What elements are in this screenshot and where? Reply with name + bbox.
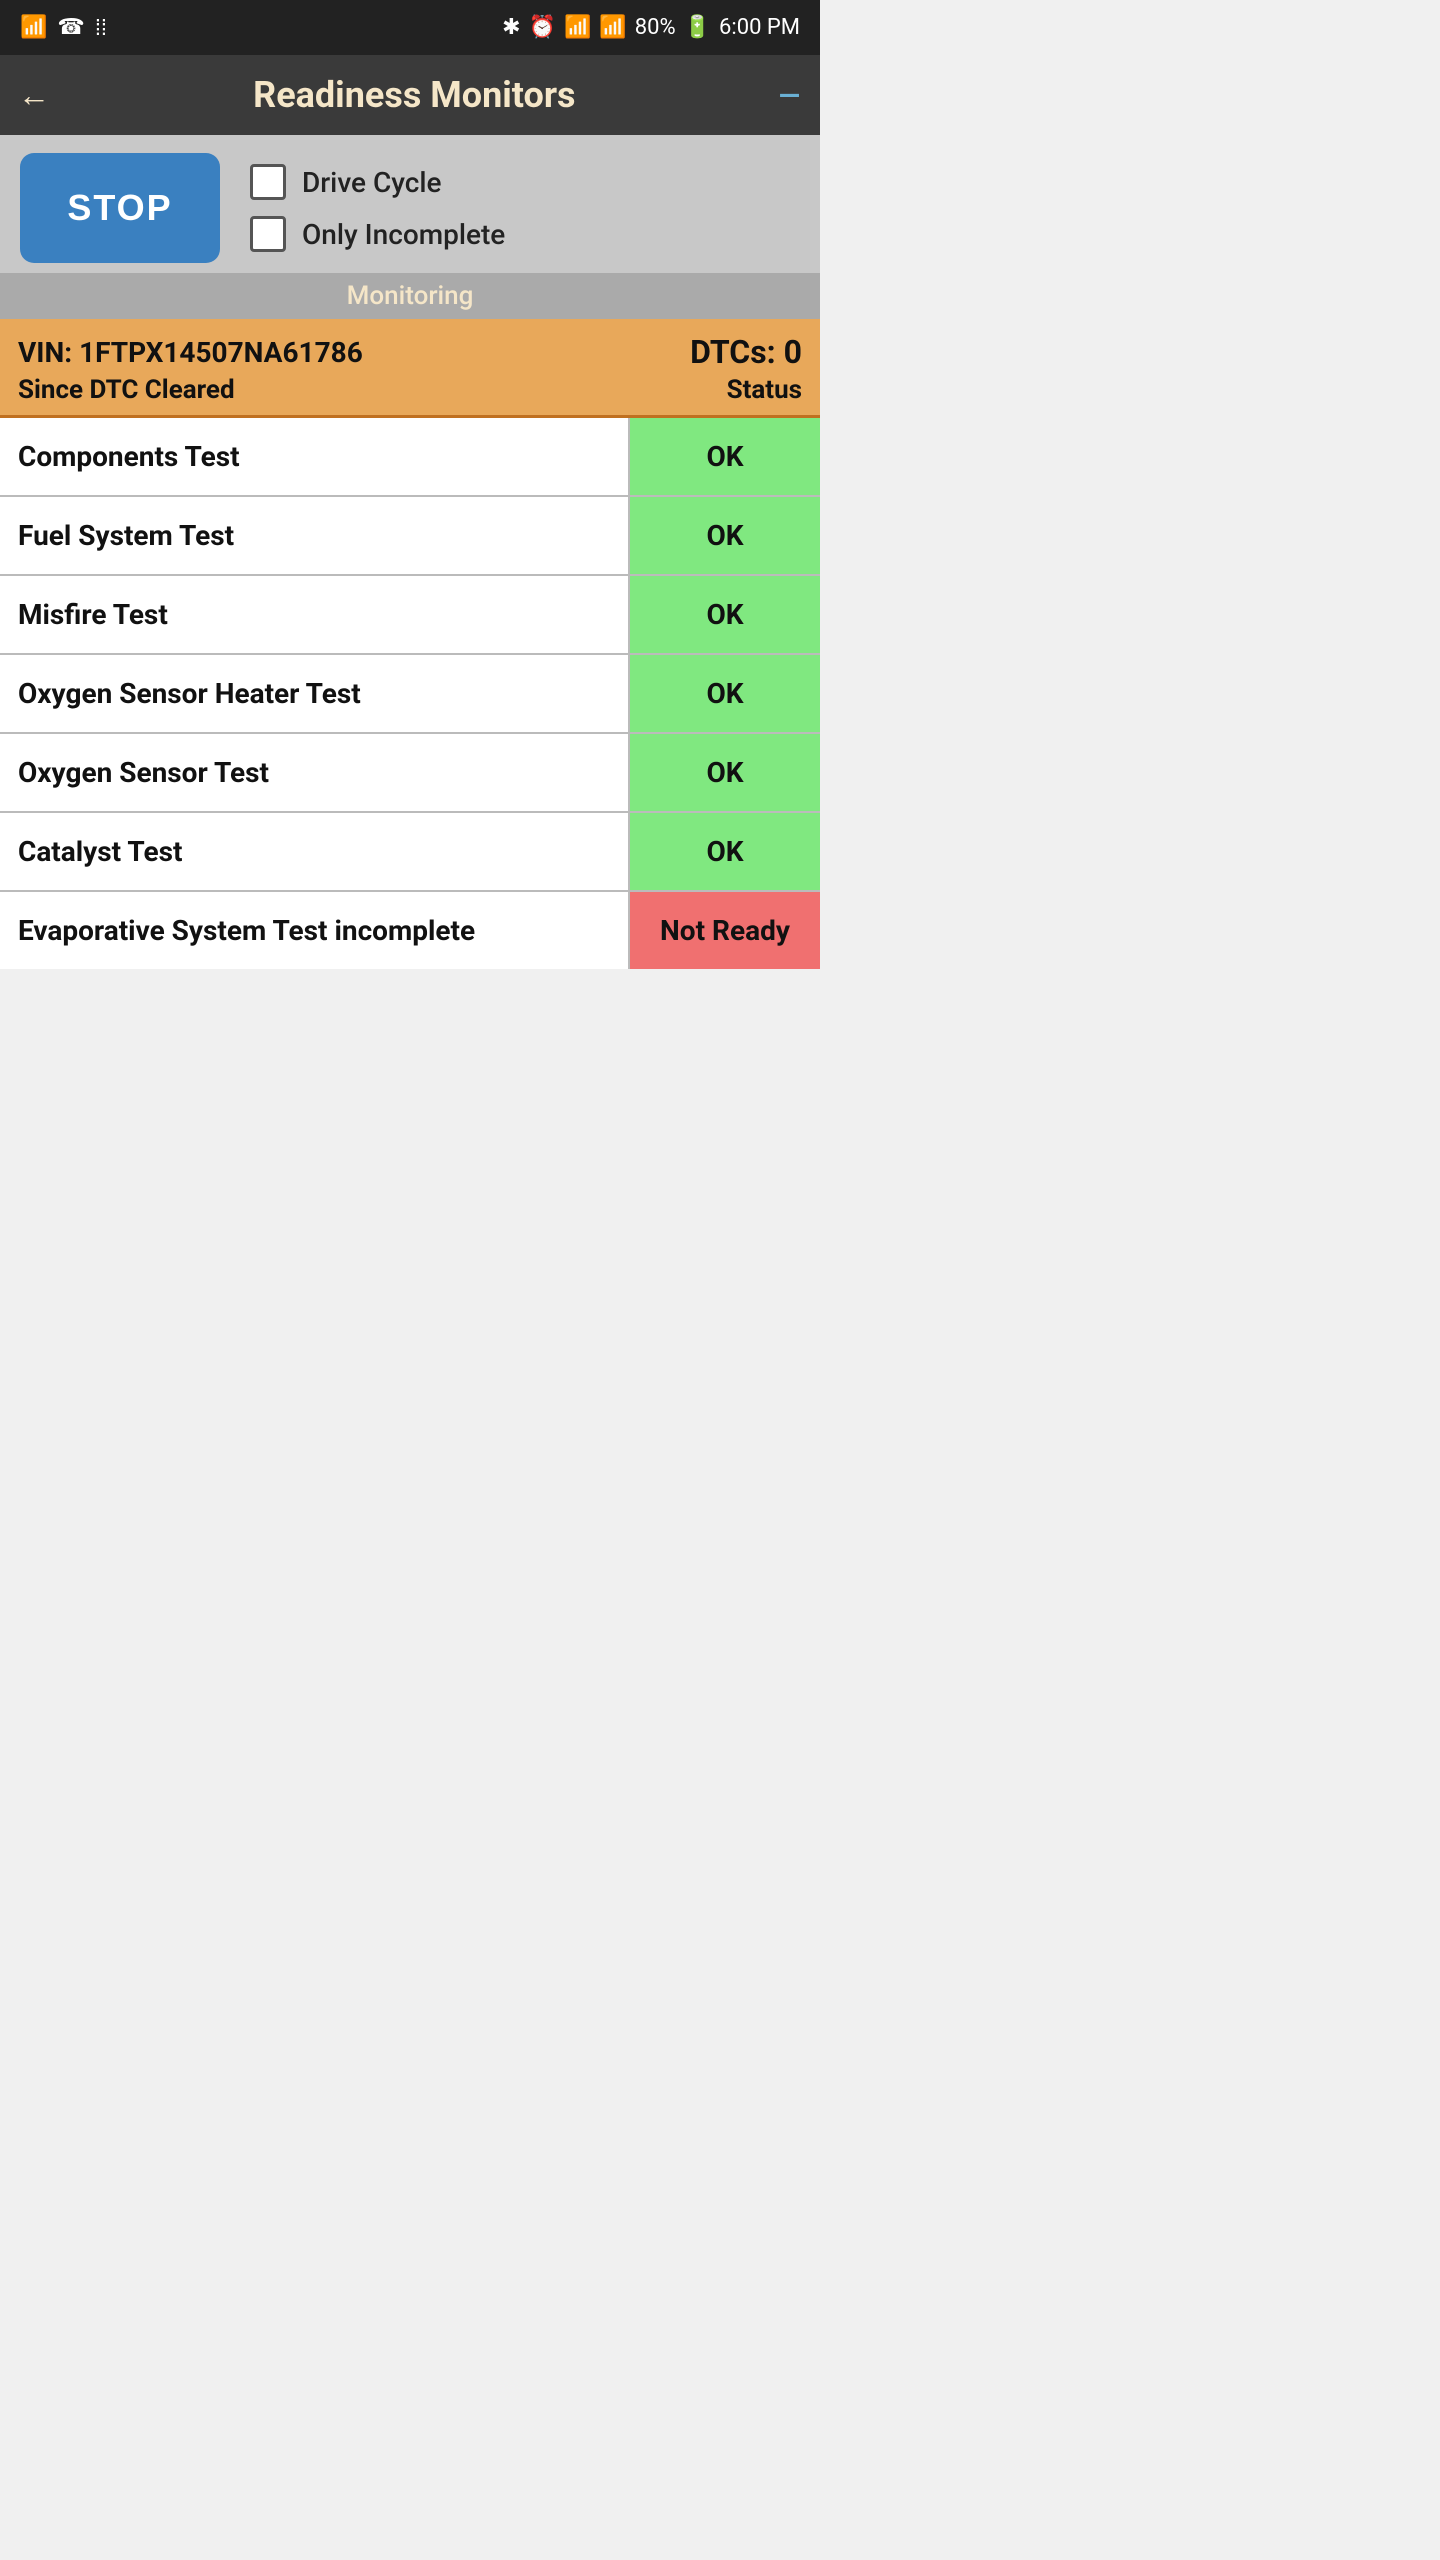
test-status: Not Ready <box>630 892 820 969</box>
controls-area: STOP Drive Cycle Only Incomplete <box>0 135 820 273</box>
table-row: Oxygen Sensor TestOK <box>0 734 820 813</box>
apps-icon: ⁞⁞ <box>95 15 107 41</box>
vin-text: VIN: 1FTPX14507NA61786 <box>18 336 363 369</box>
menu-icon[interactable]: — <box>779 79 802 112</box>
table-row: Oxygen Sensor Heater TestOK <box>0 655 820 734</box>
test-name: Misfire Test <box>0 576 630 653</box>
bluetooth-icon: ✱ <box>502 15 520 40</box>
only-incomplete-row: Only Incomplete <box>250 216 505 252</box>
status-column-label: Status <box>727 375 802 405</box>
page-title: Readiness Monitors <box>50 74 779 116</box>
checkboxes-group: Drive Cycle Only Incomplete <box>250 164 505 252</box>
table-row: Misfire TestOK <box>0 576 820 655</box>
back-button[interactable]: ← <box>18 76 50 114</box>
status-bar-right: ✱ ⏰ 📶 📶 80% 🔋 6:00 PM <box>502 15 800 40</box>
since-row: Since DTC Cleared Status <box>18 375 802 405</box>
only-incomplete-label: Only Incomplete <box>302 218 505 251</box>
bottom-space <box>0 969 820 1029</box>
vin-row: VIN: 1FTPX14507NA61786 DTCs: 0 <box>18 333 802 371</box>
test-name: Oxygen Sensor Test <box>0 734 630 811</box>
test-status: OK <box>630 576 820 653</box>
test-name: Catalyst Test <box>0 813 630 890</box>
test-status: OK <box>630 813 820 890</box>
table-row: Fuel System TestOK <box>0 497 820 576</box>
monitor-table: Components TestOKFuel System TestOKMisfi… <box>0 418 820 969</box>
test-status: OK <box>630 734 820 811</box>
test-name: Oxygen Sensor Heater Test <box>0 655 630 732</box>
monitoring-label: Monitoring <box>347 281 474 311</box>
drive-cycle-row: Drive Cycle <box>250 164 505 200</box>
table-row: Catalyst TestOK <box>0 813 820 892</box>
test-name: Fuel System Test <box>0 497 630 574</box>
signal-icon: 📶 <box>599 15 626 40</box>
stop-button[interactable]: STOP <box>20 153 220 263</box>
test-status: OK <box>630 655 820 732</box>
only-incomplete-checkbox[interactable] <box>250 216 286 252</box>
voicemail-icon: 📶 <box>20 15 47 40</box>
battery-icon: 🔋 <box>684 15 711 40</box>
monitoring-bar: Monitoring <box>0 273 820 319</box>
test-status: OK <box>630 418 820 495</box>
table-row: Components TestOK <box>0 418 820 497</box>
wifi-icon: 📶 <box>564 15 591 40</box>
drive-cycle-label: Drive Cycle <box>302 166 442 199</box>
test-status: OK <box>630 497 820 574</box>
accessibility-icon: ☎ <box>57 15 84 40</box>
vin-header: VIN: 1FTPX14507NA61786 DTCs: 0 Since DTC… <box>0 319 820 418</box>
table-row: Evaporative System Test incompleteNot Re… <box>0 892 820 969</box>
status-bar: 📶 ☎ ⁞⁞ ✱ ⏰ 📶 📶 80% 🔋 6:00 PM <box>0 0 820 55</box>
dtc-count: DTCs: 0 <box>690 333 802 371</box>
alarm-icon: ⏰ <box>529 15 556 40</box>
time-display: 6:00 PM <box>719 15 800 40</box>
test-name: Components Test <box>0 418 630 495</box>
app-header: ← Readiness Monitors — <box>0 55 820 135</box>
status-bar-left: 📶 ☎ ⁞⁞ <box>20 15 107 41</box>
drive-cycle-checkbox[interactable] <box>250 164 286 200</box>
battery-text: 80% <box>635 15 676 40</box>
since-dtc-text: Since DTC Cleared <box>18 375 235 405</box>
test-name: Evaporative System Test incomplete <box>0 892 630 969</box>
